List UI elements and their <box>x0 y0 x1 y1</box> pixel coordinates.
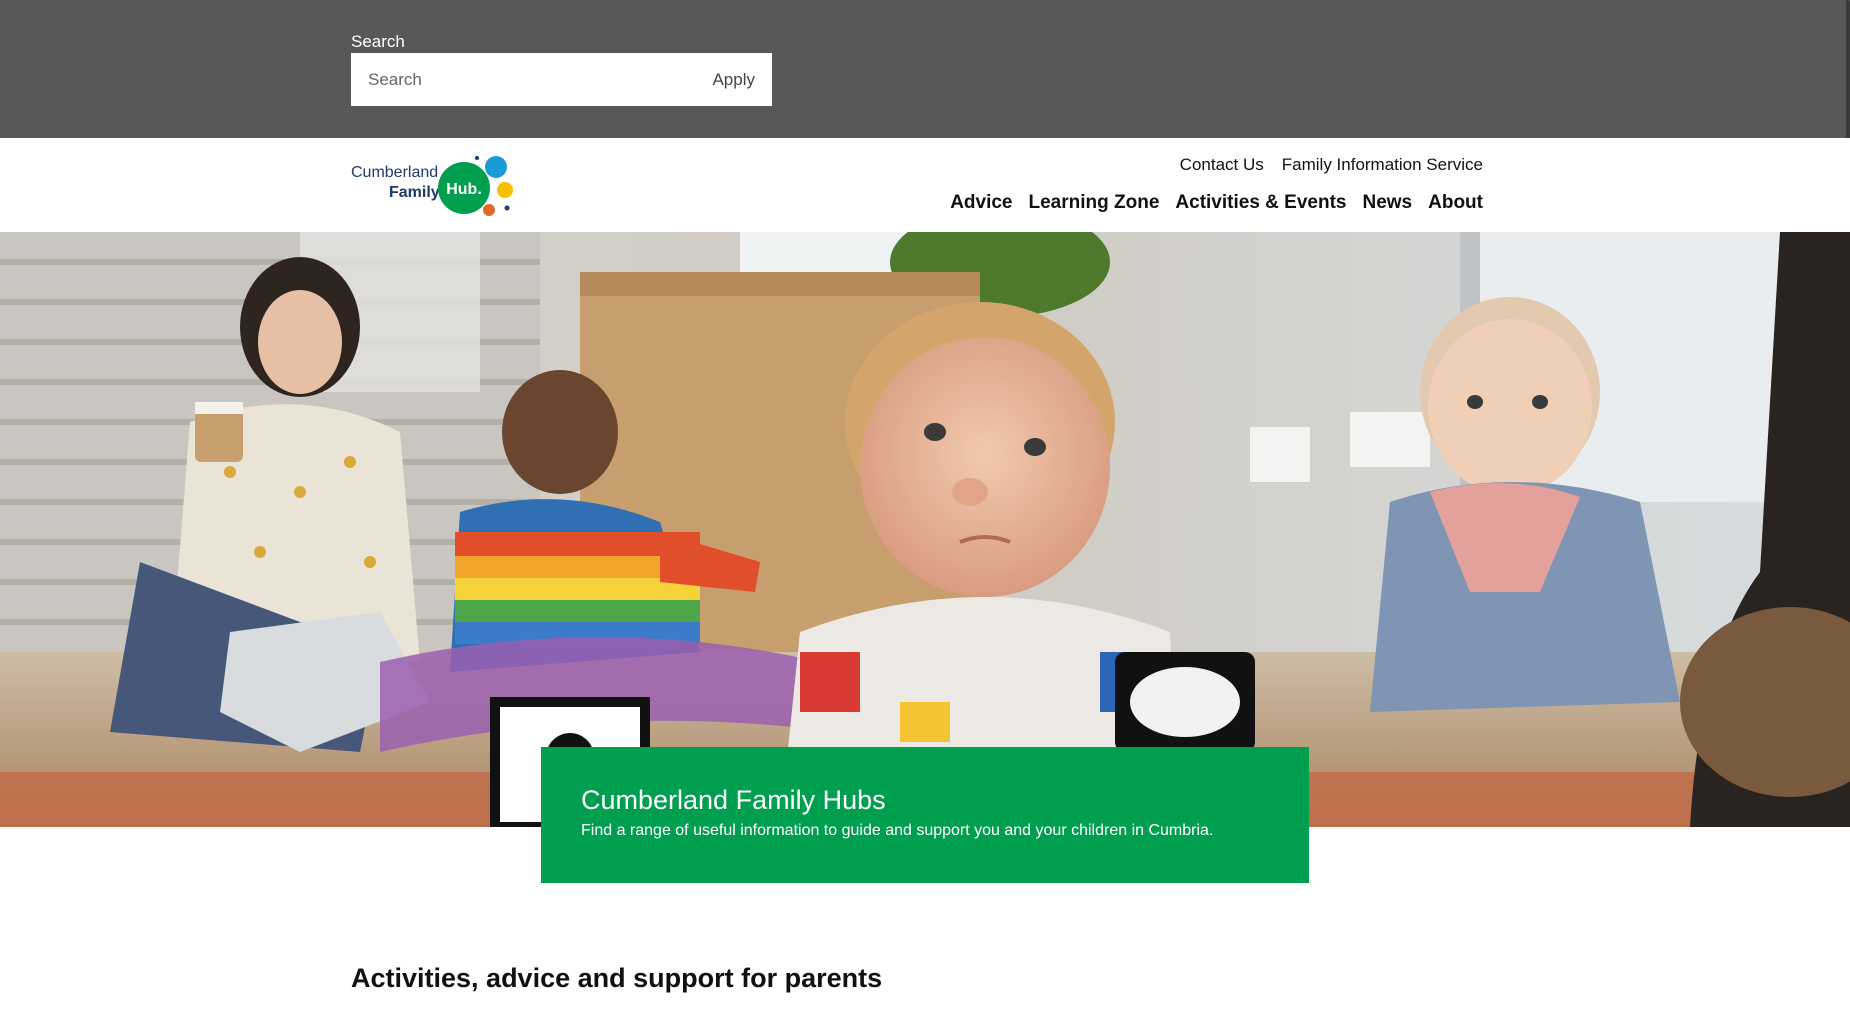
nav-activities-events[interactable]: Activities & Events <box>1175 192 1346 214</box>
hero-photo <box>0 232 1850 827</box>
hero-title: Cumberland Family Hubs <box>581 785 886 815</box>
nav-about[interactable]: About <box>1428 192 1483 214</box>
logo-blue-dot <box>485 156 507 178</box>
main-nav: Advice Learning Zone Activities & Events… <box>950 192 1483 214</box>
family-information-service-link[interactable]: Family Information Service <box>1282 155 1483 175</box>
nav-news[interactable]: News <box>1362 192 1412 214</box>
wall-socket-double <box>1350 412 1430 467</box>
hero-card: Cumberland Family Hubs Find a range of u… <box>541 747 1309 883</box>
nav-learning-zone[interactable]: Learning Zone <box>1029 192 1160 214</box>
search-label: Search <box>351 32 405 51</box>
hero-banner <box>0 232 1850 827</box>
logo-line1: Cumberland <box>351 164 438 181</box>
logo-badge-text: Hub. <box>446 181 482 198</box>
site-header: Cumberland Family Hub. Contact Us Family… <box>0 138 1850 232</box>
logo-navy-dot <box>504 205 510 211</box>
logo-line2: Family <box>389 184 440 201</box>
apply-button[interactable]: Apply <box>700 53 772 106</box>
logo-yellow-dot <box>497 182 513 198</box>
scrollbar-thumb[interactable] <box>1846 0 1850 158</box>
cumberland-family-hub-logo: Cumberland Family Hub. <box>351 156 513 216</box>
hero-subtitle: Find a range of useful information to gu… <box>581 821 1214 839</box>
search-input[interactable] <box>351 53 701 106</box>
contact-us-link[interactable]: Contact Us <box>1180 155 1264 175</box>
search-form: Apply <box>351 53 772 106</box>
nav-advice[interactable]: Advice <box>950 192 1012 214</box>
utility-nav: Contact Us Family Information Service <box>1180 155 1483 175</box>
logo-navy-dot-small <box>475 156 479 160</box>
section-heading: Activities, advice and support for paren… <box>351 963 883 993</box>
logo-orange-dot <box>483 204 495 216</box>
search-band: Search Apply <box>0 0 1850 138</box>
site-logo[interactable]: Cumberland Family Hub. <box>351 152 516 218</box>
wall-socket <box>1250 427 1310 482</box>
